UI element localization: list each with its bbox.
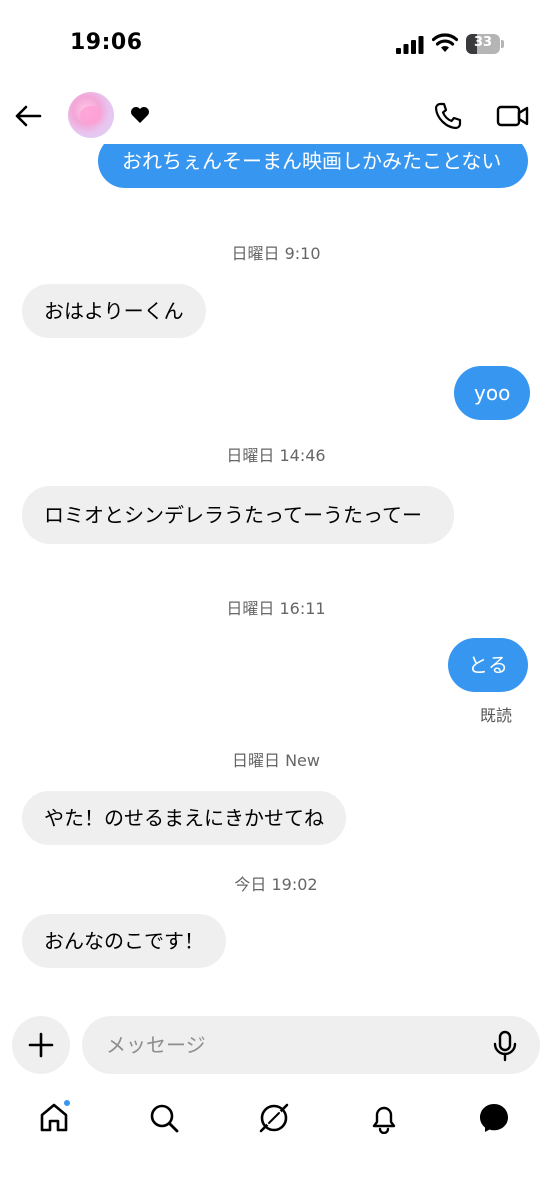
heart-icon[interactable]	[130, 106, 150, 124]
messenger-icon	[480, 1104, 508, 1132]
nav-notifications[interactable]	[366, 1100, 402, 1136]
microphone-icon[interactable]	[490, 1030, 520, 1062]
phone-icon[interactable]	[432, 100, 464, 132]
notification-badge	[62, 1098, 72, 1108]
message-bubble-incoming[interactable]: おはよりーくん	[22, 284, 206, 338]
timestamp: 日曜日 New	[232, 751, 320, 770]
chat-header	[0, 88, 552, 144]
message-input[interactable]	[82, 1016, 540, 1074]
timestamp: 日曜日 9:10	[231, 244, 321, 263]
bottom-nav	[0, 1090, 552, 1150]
nav-search[interactable]	[146, 1100, 182, 1136]
plus-icon	[28, 1032, 54, 1058]
contact-avatar[interactable]	[68, 92, 114, 138]
video-camera-icon[interactable]	[496, 100, 530, 132]
add-attachment-button[interactable]	[12, 1016, 70, 1074]
status-bar: 19:06 33	[0, 0, 552, 88]
message-thread[interactable]: おれちぇんそーまん映画しかみたことない 日曜日 9:10 おはよりーくん yoo…	[0, 144, 552, 1000]
bell-icon	[372, 1106, 396, 1134]
timestamp: 今日 19:02	[234, 875, 318, 894]
arrow-left-icon	[15, 105, 42, 127]
wifi-icon	[432, 33, 458, 52]
nav-messages[interactable]	[476, 1100, 512, 1136]
status-time: 19:06	[70, 30, 143, 55]
explore-icon	[259, 1103, 289, 1133]
battery-level: 33	[473, 35, 493, 50]
message-bubble-outgoing[interactable]: yoo	[454, 366, 531, 420]
nav-explore[interactable]	[256, 1100, 292, 1136]
message-bubble-incoming[interactable]: やた！のせるまえにきかせてね	[22, 791, 346, 845]
seen-receipt: 既読	[479, 706, 512, 725]
message-bubble-outgoing[interactable]: とる	[448, 638, 528, 692]
search-icon	[150, 1104, 179, 1133]
cellular-signal-icon	[396, 36, 424, 54]
message-bubble-incoming[interactable]: ロミオとシンデレラうたってーうたってー	[22, 486, 454, 544]
back-button[interactable]	[12, 100, 44, 132]
nav-home[interactable]	[36, 1098, 72, 1136]
message-bubble-outgoing[interactable]: おれちぇんそーまん映画しかみたことない	[98, 144, 528, 188]
timestamp: 日曜日 16:11	[226, 599, 326, 618]
timestamp: 日曜日 14:46	[226, 446, 326, 465]
battery-icon: 33	[466, 34, 504, 54]
message-bubble-incoming[interactable]: おんなのこです！	[22, 914, 226, 968]
message-composer	[0, 1014, 552, 1076]
